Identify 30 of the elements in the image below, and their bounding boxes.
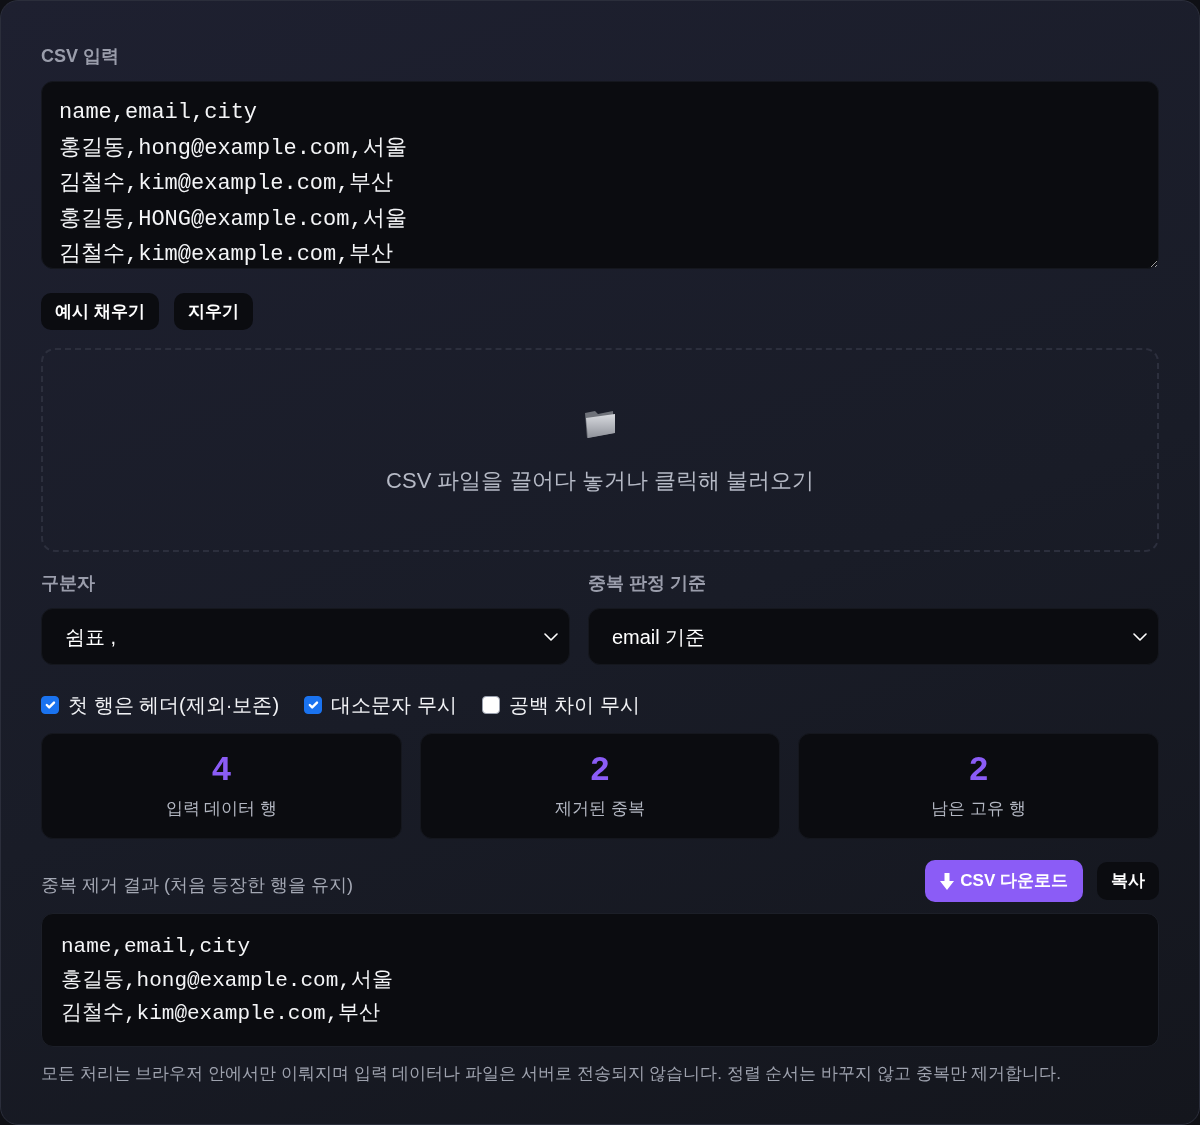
field-label: 구분자: [41, 572, 96, 594]
stat-value: 4: [210, 748, 232, 788]
stat-value: 2: [968, 748, 990, 788]
file-drop-zone[interactable]: CSV 파일을 끌어다 놓거나 클릭해 불러오기: [41, 348, 1159, 552]
chevron-down-icon: [543, 632, 558, 641]
stat-label: 남은 고유 행: [930, 798, 1027, 820]
download-icon: [940, 872, 955, 890]
chevron-down-icon: [1133, 632, 1147, 641]
checkbox[interactable]: [41, 696, 59, 714]
checkbox[interactable]: [481, 696, 500, 714]
field-label: 중복 판정 기준: [587, 572, 707, 594]
stat-label: 입력 데이터 행: [164, 798, 279, 820]
checkbox[interactable]: [304, 696, 323, 714]
clear-button[interactable]: 지우기: [173, 293, 253, 330]
checkbox-label[interactable]: 공백 차이 무시: [508, 693, 640, 717]
checkbox-label[interactable]: 대소문자 무시: [331, 693, 457, 717]
stat-label: 제거된 중복: [554, 798, 646, 820]
dropdown[interactable]: 쉼표 ,: [41, 608, 570, 665]
stat-value: 2: [589, 748, 611, 788]
checkbox-label[interactable]: 첫 행은 헤더(제외·보존): [68, 693, 280, 717]
dropdown[interactable]: email 기준: [587, 608, 1159, 665]
privacy-note: 모든 처리는 브라우저 안에서만 이뤄지며 입력 데이터나 파일은 서버로 전송되지 않습니다. 정렬 순서는 바꾸지 않고 중복만 제거합니다.: [41, 1063, 1063, 1085]
download-button[interactable]: CSV 다운로드: [925, 860, 1083, 902]
result-label: 중복 제거 결과 (처음 등장한 행을 유지): [41, 874, 353, 896]
copy-button[interactable]: 복사: [1097, 862, 1159, 900]
fill-example-button[interactable]: 예시 채우기: [41, 293, 159, 330]
drop-zone-text: CSV 파일을 끌어다 놓거나 클릭해 불러오기: [386, 467, 814, 495]
field-label: CSV 입력: [41, 45, 120, 67]
result-output: name,email,city 홍길동,hong@example.com,서울 김철수,kim@example.com,부산: [41, 913, 1159, 1047]
csv-input-field[interactable]: name,email,city 홍길동,hong@example.com,서울 김철수,kim@example.com,부산 홍길동,HONG@example.com,서울 김철수,kim@example.com,부산: [41, 81, 1159, 269]
